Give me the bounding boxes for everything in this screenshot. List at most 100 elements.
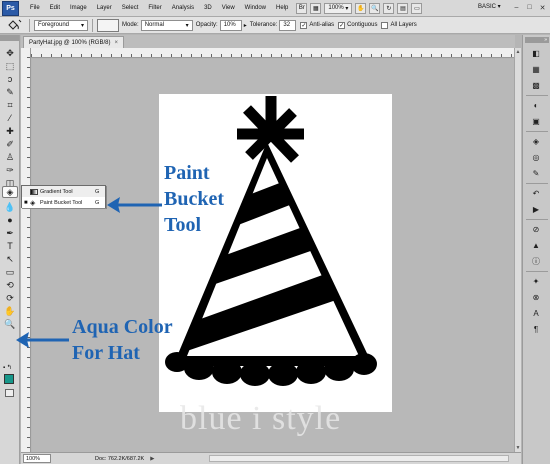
- pen-tool-icon[interactable]: ✒: [2, 227, 18, 239]
- opacity-dropdown-icon[interactable]: ▸: [244, 22, 247, 29]
- scroll-up-icon[interactable]: ▲: [515, 48, 521, 56]
- marquee-tool-icon[interactable]: ⬚: [2, 60, 18, 72]
- navigator-panel-icon[interactable]: ⊘: [529, 223, 543, 235]
- clone-source-panel-icon[interactable]: ⊗: [529, 291, 543, 303]
- opacity-field[interactable]: 10%: [219, 19, 242, 31]
- foreground-color-swatch[interactable]: [4, 374, 14, 384]
- dodge-tool-icon[interactable]: ●: [2, 214, 18, 226]
- hand-tool-icon[interactable]: ✋: [2, 305, 18, 317]
- vertical-scrollbar[interactable]: ▲ ▼: [514, 48, 521, 452]
- menu-select[interactable]: Select: [117, 5, 144, 11]
- quick-selection-tool-icon[interactable]: ✎: [2, 86, 18, 98]
- menu-window[interactable]: Window: [240, 5, 271, 11]
- dock-collapse-icon[interactable]: »: [525, 37, 549, 43]
- tolerance-field[interactable]: 32: [279, 19, 297, 31]
- 3d-orbit-tool-icon[interactable]: ⟳: [2, 292, 18, 304]
- swatches-panel-icon[interactable]: ▦: [529, 63, 543, 75]
- scroll-down-icon[interactable]: ▼: [515, 444, 521, 452]
- document-tab-title: PartyHat.jpg @ 100% (RGB/8): [29, 39, 111, 46]
- options-bar: Foreground ▾ Mode: Normal ▾ Opacity: 10% ▸…: [0, 17, 550, 34]
- channels-panel-icon[interactable]: ◎: [529, 151, 543, 163]
- character-panel-icon[interactable]: A: [529, 307, 543, 319]
- all-layers-checkbox[interactable]: [381, 21, 389, 29]
- status-zoom-field[interactable]: 100%: [23, 454, 51, 463]
- flyout-item-paint-bucket-tool[interactable]: ■ ◈ Paint Bucket Tool G: [22, 197, 105, 208]
- party-hat-image[interactable]: [159, 94, 392, 412]
- quick-mask-icon[interactable]: [5, 389, 14, 397]
- layers-panel-icon[interactable]: ◈: [529, 135, 543, 147]
- actions-panel-icon[interactable]: ▶: [529, 203, 543, 215]
- antialias-checkbox[interactable]: ✓: [300, 21, 308, 29]
- path-selection-tool-icon[interactable]: ↖: [2, 253, 18, 265]
- eyedropper-tool-icon[interactable]: ⁄: [2, 112, 18, 124]
- arrow-left-icon: [16, 332, 69, 348]
- screen-mode-icon[interactable]: ▭: [411, 2, 423, 14]
- menu-file[interactable]: File: [25, 5, 45, 11]
- styles-panel-icon[interactable]: ▩: [529, 79, 543, 91]
- menu-view[interactable]: View: [217, 5, 240, 11]
- history-brush-tool-icon[interactable]: ✑: [2, 164, 18, 176]
- toolbox-header[interactable]: [0, 35, 19, 41]
- blur-tool-icon[interactable]: 💧: [2, 201, 18, 213]
- menu-layer[interactable]: Layer: [92, 5, 117, 11]
- crop-tool-icon[interactable]: ⌗: [2, 99, 18, 111]
- zoom-select[interactable]: 100% ▾: [324, 2, 353, 14]
- menu-image[interactable]: Image: [65, 5, 92, 11]
- close-tab-icon[interactable]: ×: [114, 40, 118, 46]
- menu-filter[interactable]: Filter: [143, 5, 166, 11]
- rotate-view-icon[interactable]: ↻: [383, 2, 395, 14]
- menu-edit[interactable]: Edit: [45, 5, 65, 11]
- zoom-icon[interactable]: 🔍: [369, 2, 381, 14]
- menu-help[interactable]: Help: [271, 5, 293, 11]
- contiguous-checkbox[interactable]: ✓: [338, 21, 346, 29]
- workspace-switcher[interactable]: BASIC ▾: [478, 3, 501, 10]
- flyout-item-label: Gradient Tool: [40, 188, 73, 195]
- minimize-icon[interactable]: –: [511, 2, 522, 13]
- adjustments-panel-icon[interactable]: ◐: [529, 99, 543, 111]
- status-zoom-value: 100%: [26, 455, 41, 462]
- status-menu-icon[interactable]: ▶: [150, 456, 154, 462]
- healing-brush-tool-icon[interactable]: ✚: [2, 125, 18, 137]
- mode-select[interactable]: Normal ▾: [140, 19, 193, 31]
- clone-stamp-tool-icon[interactable]: ♙: [2, 151, 18, 163]
- close-icon[interactable]: ✕: [537, 2, 548, 13]
- menu-analysis[interactable]: Analysis: [167, 5, 199, 11]
- move-tool-icon[interactable]: ✥: [2, 47, 18, 59]
- annotation-line: Paint: [164, 162, 210, 184]
- lasso-tool-icon[interactable]: ↄ: [2, 73, 18, 85]
- brush-tool-icon[interactable]: ✐: [2, 138, 18, 150]
- opacity-value: 10%: [223, 22, 236, 28]
- shape-tool-icon[interactable]: ▭: [2, 266, 18, 278]
- pattern-picker[interactable]: [97, 18, 119, 32]
- 3d-rotate-tool-icon[interactable]: ⟲: [2, 279, 18, 291]
- maximize-icon[interactable]: □: [524, 2, 535, 13]
- color-panel-icon[interactable]: ◧: [529, 47, 543, 59]
- paragraph-panel-icon[interactable]: ¶: [529, 323, 543, 335]
- bridge-icon[interactable]: Br: [296, 2, 308, 14]
- tool-preset-picker[interactable]: [3, 19, 25, 32]
- paths-panel-icon[interactable]: ✎: [529, 167, 543, 179]
- zoom-tool-icon[interactable]: 🔍: [2, 318, 18, 330]
- mode-label: Mode:: [122, 22, 139, 28]
- document-tab[interactable]: PartyHat.jpg @ 100% (RGB/8) ×: [23, 36, 124, 48]
- masks-panel-icon[interactable]: ▣: [529, 115, 543, 127]
- photoshop-logo: Ps: [2, 0, 19, 16]
- menu-3d[interactable]: 3D: [199, 5, 217, 11]
- all-layers-label: All Layers: [390, 22, 417, 28]
- annotation-line: Bucket: [164, 188, 224, 210]
- default-colors-icon[interactable]: ▪ ↰: [3, 364, 12, 371]
- fill-source-select[interactable]: Foreground ▾: [34, 19, 88, 31]
- horizontal-scrollbar[interactable]: [209, 455, 509, 462]
- hand-icon[interactable]: ✋: [355, 2, 367, 14]
- paint-bucket-tool-icon[interactable]: ◈: [2, 186, 18, 198]
- type-tool-icon[interactable]: T: [2, 240, 18, 252]
- brushes-panel-icon[interactable]: ✦: [529, 275, 543, 287]
- zoom-value: 100%: [328, 5, 344, 11]
- grid-icon[interactable]: ▦: [310, 2, 322, 14]
- histogram-panel-icon[interactable]: ▲: [529, 239, 543, 251]
- gradient-icon: [30, 188, 38, 195]
- info-panel-icon[interactable]: ⓘ: [529, 255, 543, 267]
- arrange-documents-icon[interactable]: ▤: [397, 2, 409, 14]
- flyout-item-gradient-tool[interactable]: Gradient Tool G: [22, 186, 105, 197]
- history-panel-icon[interactable]: ↶: [529, 187, 543, 199]
